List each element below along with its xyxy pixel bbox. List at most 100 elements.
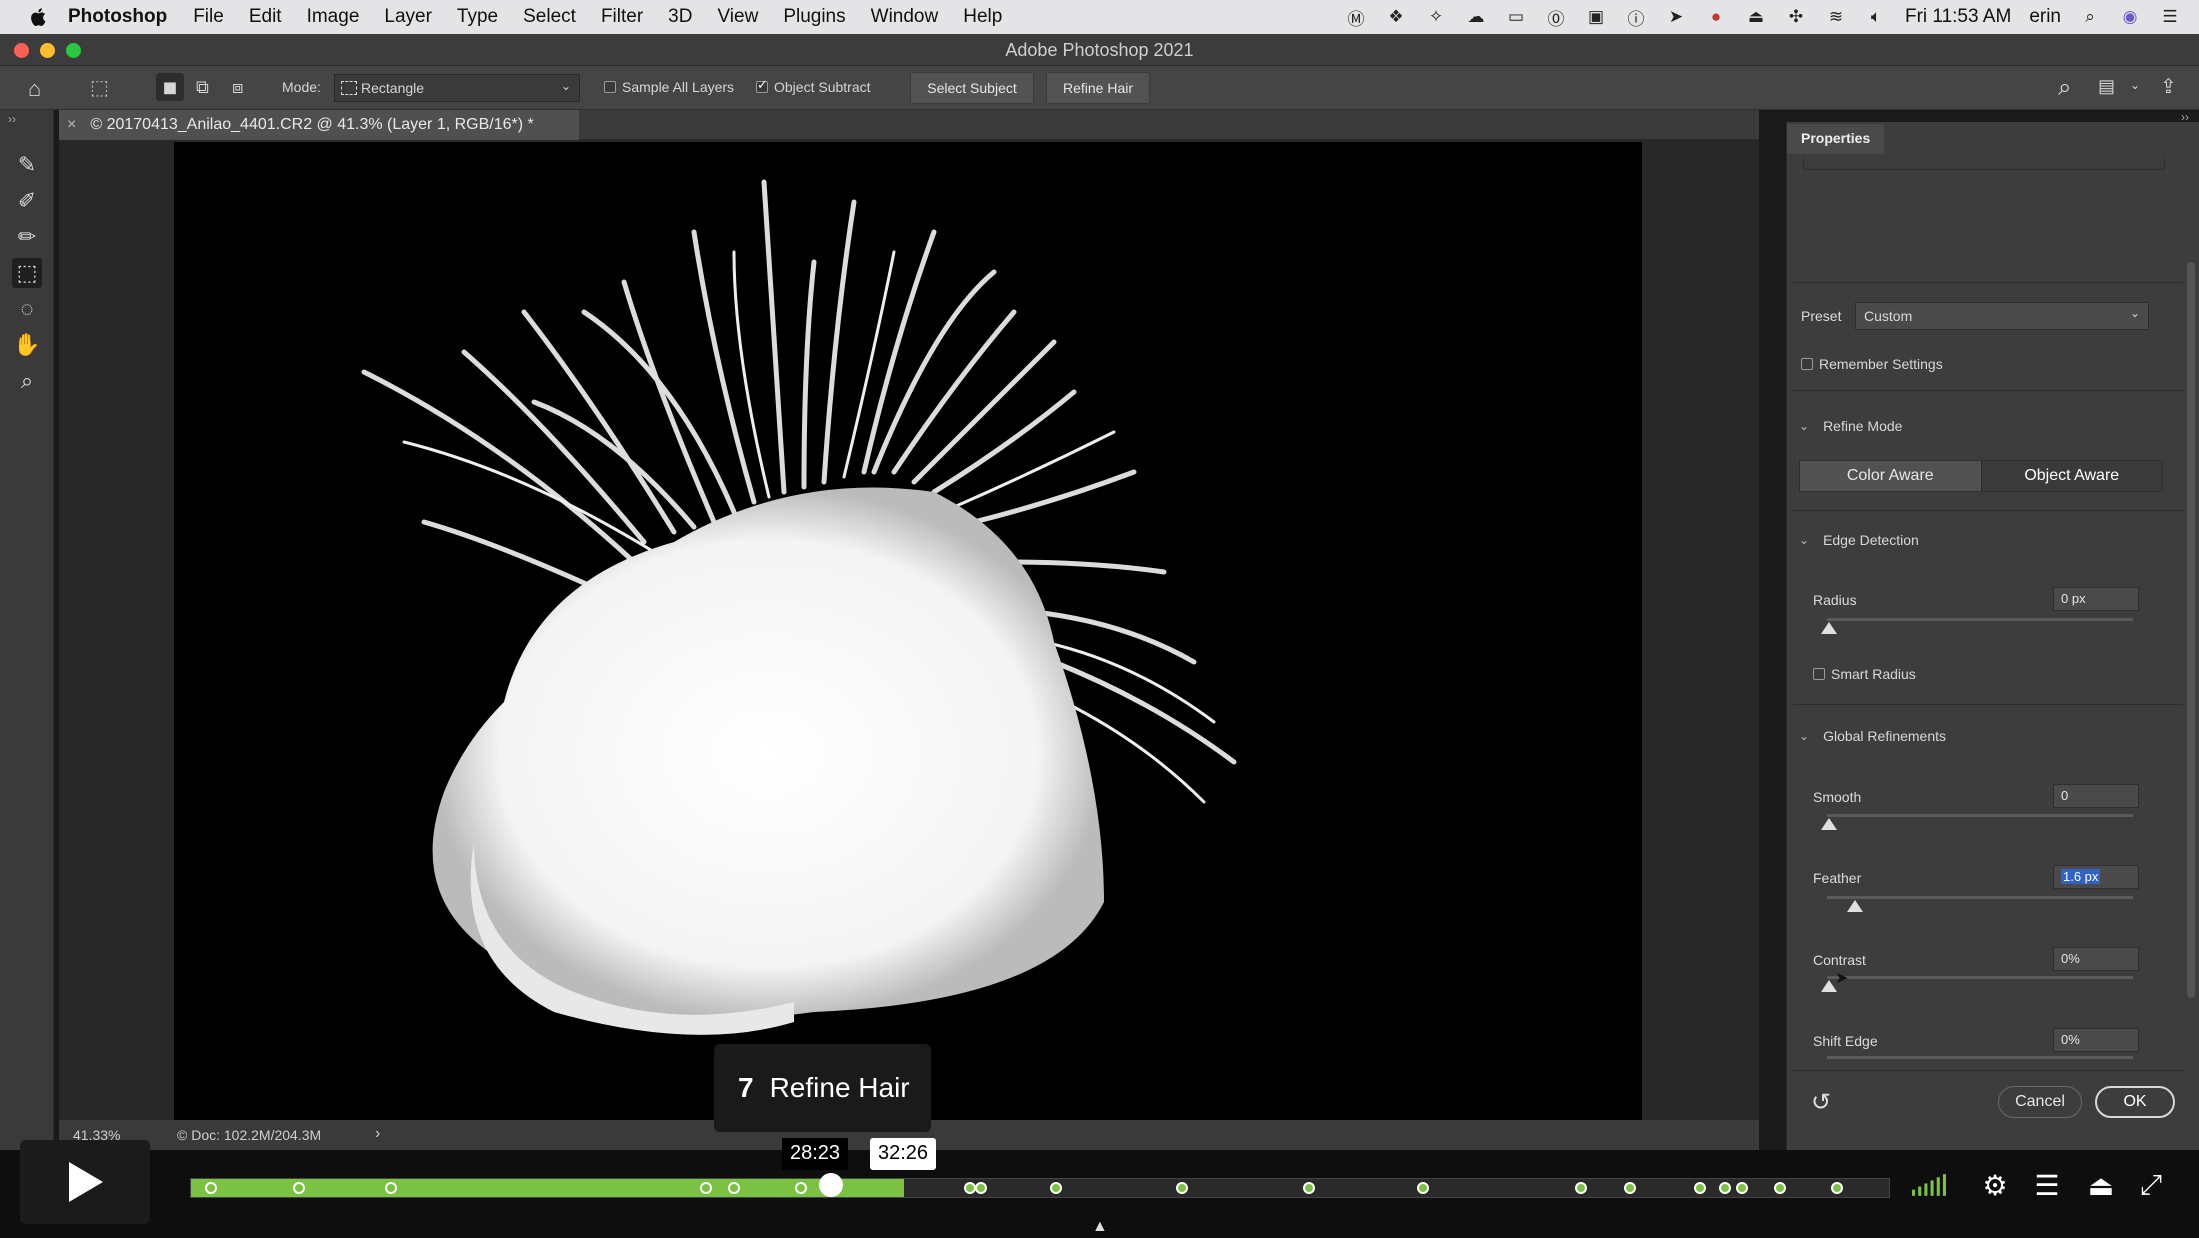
shift-edge-slider-track[interactable]: [1827, 1056, 2133, 1059]
record-icon[interactable]: ●: [1705, 6, 1727, 28]
feather-slider-track[interactable]: [1827, 896, 2133, 899]
smart-radius-checkbox[interactable]: Smart Radius: [1813, 666, 1916, 682]
play-button[interactable]: [20, 1140, 150, 1224]
dropbox-alt-icon[interactable]: ✧: [1425, 6, 1447, 28]
radius-input[interactable]: 0 px: [2053, 587, 2139, 611]
radius-slider-handle[interactable]: [1821, 622, 1837, 634]
mode-dropdown[interactable]: Rectangle ⌄: [334, 74, 580, 102]
smooth-input[interactable]: 0: [2053, 784, 2139, 808]
arrow-app-icon[interactable]: ➤: [1665, 6, 1687, 28]
properties-tab[interactable]: Properties: [1787, 124, 1885, 154]
close-tab-icon[interactable]: ×: [67, 116, 76, 134]
collapse-toolbar-icon[interactable]: ››: [8, 112, 16, 126]
object-aware-button[interactable]: Object Aware: [1981, 461, 2162, 491]
settings-gear-icon[interactable]: ⚙: [1978, 1168, 2012, 1202]
notification-center-icon[interactable]: ☰: [2159, 6, 2181, 28]
sample-all-layers-box[interactable]: [604, 81, 616, 93]
apple-icon[interactable]: [28, 6, 50, 28]
document-tab[interactable]: × © 20170413_Anilao_4401.CR2 @ 41.3% (La…: [59, 110, 579, 140]
refine-edge-brush-icon[interactable]: ✐: [12, 186, 42, 216]
menu-3d[interactable]: 3D: [668, 6, 692, 28]
remember-settings-box[interactable]: [1801, 358, 1813, 370]
share-icon[interactable]: ⇪: [2160, 74, 2177, 99]
shift-edge-input[interactable]: 0%: [2053, 1028, 2139, 1052]
workspace-chevron-icon[interactable]: ⌄: [2130, 78, 2140, 92]
menu-clock[interactable]: Fri 11:53 AM: [1905, 6, 2011, 28]
chapter-marker[interactable]: [727, 1182, 740, 1194]
preset-dropdown[interactable]: Custom ⌄: [1855, 302, 2149, 330]
quick-selection-tool-icon[interactable]: ✎: [12, 150, 42, 180]
reset-icon[interactable]: ↺: [1811, 1088, 1831, 1117]
sample-all-layers-checkbox[interactable]: Sample All Layers: [604, 79, 734, 95]
contrast-slider-track[interactable]: [1827, 976, 2133, 979]
menu-filter[interactable]: Filter: [601, 6, 643, 28]
playhead[interactable]: [818, 1173, 843, 1197]
cancel-button[interactable]: Cancel: [1998, 1086, 2082, 1118]
chapter-marker[interactable]: [1624, 1182, 1637, 1194]
menu-help[interactable]: Help: [963, 6, 1002, 28]
smooth-slider-track[interactable]: [1827, 814, 2133, 817]
object-selection-tool-icon[interactable]: ⬚: [12, 258, 42, 288]
color-aware-button[interactable]: Color Aware: [1800, 461, 1982, 491]
workspace-icon[interactable]: ▤: [2098, 76, 2115, 97]
search-icon[interactable]: ⌕: [2058, 74, 2071, 102]
chapter-marker[interactable]: [1175, 1182, 1188, 1194]
network-icon[interactable]: ✣: [1785, 6, 1807, 28]
menu-window[interactable]: Window: [871, 6, 939, 28]
global-refinements-header[interactable]: ⌄ Global Refinements: [1799, 728, 1946, 744]
hand-tool-icon[interactable]: ✋: [12, 330, 42, 360]
refine-hair-button[interactable]: Refine Hair: [1046, 72, 1150, 104]
tool-preset-icon[interactable]: ⬚: [90, 75, 109, 100]
chapter-marker[interactable]: [1831, 1182, 1844, 1194]
spotlight-search-icon[interactable]: ⌕: [2079, 6, 2101, 28]
chapter-marker[interactable]: [1574, 1182, 1587, 1194]
brush-tool-icon[interactable]: ✏: [12, 222, 42, 252]
dropbox-icon[interactable]: ❖: [1385, 6, 1407, 28]
menu-view[interactable]: View: [717, 6, 758, 28]
wifi-icon[interactable]: ≋: [1825, 6, 1847, 28]
radius-slider-track[interactable]: [1827, 618, 2133, 621]
fullscreen-icon[interactable]: ⤢: [2134, 1168, 2168, 1202]
airplay-icon[interactable]: ⏏: [1745, 6, 1767, 28]
home-icon[interactable]: ⌂: [28, 76, 41, 102]
panel-scrollbar[interactable]: [2187, 262, 2195, 998]
mask-preview-image[interactable]: [174, 142, 1642, 1121]
chapter-marker[interactable]: [1303, 1182, 1316, 1194]
chapter-marker[interactable]: [963, 1182, 976, 1194]
menu-type[interactable]: Type: [457, 6, 498, 28]
select-subject-button[interactable]: Select Subject: [910, 72, 1034, 104]
chapter-marker[interactable]: [1416, 1182, 1429, 1194]
info-icon[interactable]: ⓘ: [1625, 6, 1647, 29]
menu-edit[interactable]: Edit: [249, 6, 282, 28]
object-subtract-box[interactable]: [756, 77, 768, 93]
menu-layer[interactable]: Layer: [384, 6, 432, 28]
chapter-marker[interactable]: [1773, 1182, 1786, 1194]
progress-bar[interactable]: [190, 1173, 1890, 1198]
chapter-marker[interactable]: [1050, 1182, 1063, 1194]
expand-up-icon[interactable]: ▲: [1092, 1218, 1108, 1236]
smooth-slider-handle[interactable]: [1821, 818, 1837, 830]
status-expand-icon[interactable]: ›: [375, 1125, 380, 1143]
edge-detection-header[interactable]: ⌄ Edge Detection: [1799, 532, 1919, 548]
malwarebytes-icon[interactable]: Ⓜ: [1345, 6, 1367, 29]
doc-size-info[interactable]: © Doc: 102.2M/204.3M: [177, 1127, 321, 1143]
feather-input[interactable]: 1.6 px: [2053, 865, 2139, 889]
lasso-tool-icon[interactable]: ◌: [12, 294, 42, 324]
refine-mode-header[interactable]: ⌄ Refine Mode: [1799, 418, 1902, 434]
menu-select[interactable]: Select: [523, 6, 576, 28]
chapter-marker[interactable]: [292, 1182, 305, 1194]
menu-plugins[interactable]: Plugins: [783, 6, 845, 28]
volume-icon[interactable]: 🔈︎: [1865, 6, 1887, 28]
chapter-marker[interactable]: [1693, 1182, 1706, 1194]
chapter-marker[interactable]: [384, 1182, 397, 1194]
zoom-tool-icon[interactable]: ⌕: [12, 366, 42, 396]
subtract-from-selection-icon[interactable]: ⧈: [232, 77, 243, 98]
object-subtract-checkbox[interactable]: Object Subtract: [756, 77, 871, 95]
feather-slider-handle[interactable]: [1847, 900, 1863, 912]
display-icon[interactable]: ▭: [1505, 6, 1527, 28]
chapter-marker[interactable]: [204, 1182, 217, 1194]
chapter-marker[interactable]: [1719, 1182, 1732, 1194]
menu-user[interactable]: erin: [2029, 6, 2061, 28]
chapters-list-icon[interactable]: ☰: [2030, 1168, 2064, 1202]
panel-collapse-icon[interactable]: ››: [2181, 110, 2189, 124]
